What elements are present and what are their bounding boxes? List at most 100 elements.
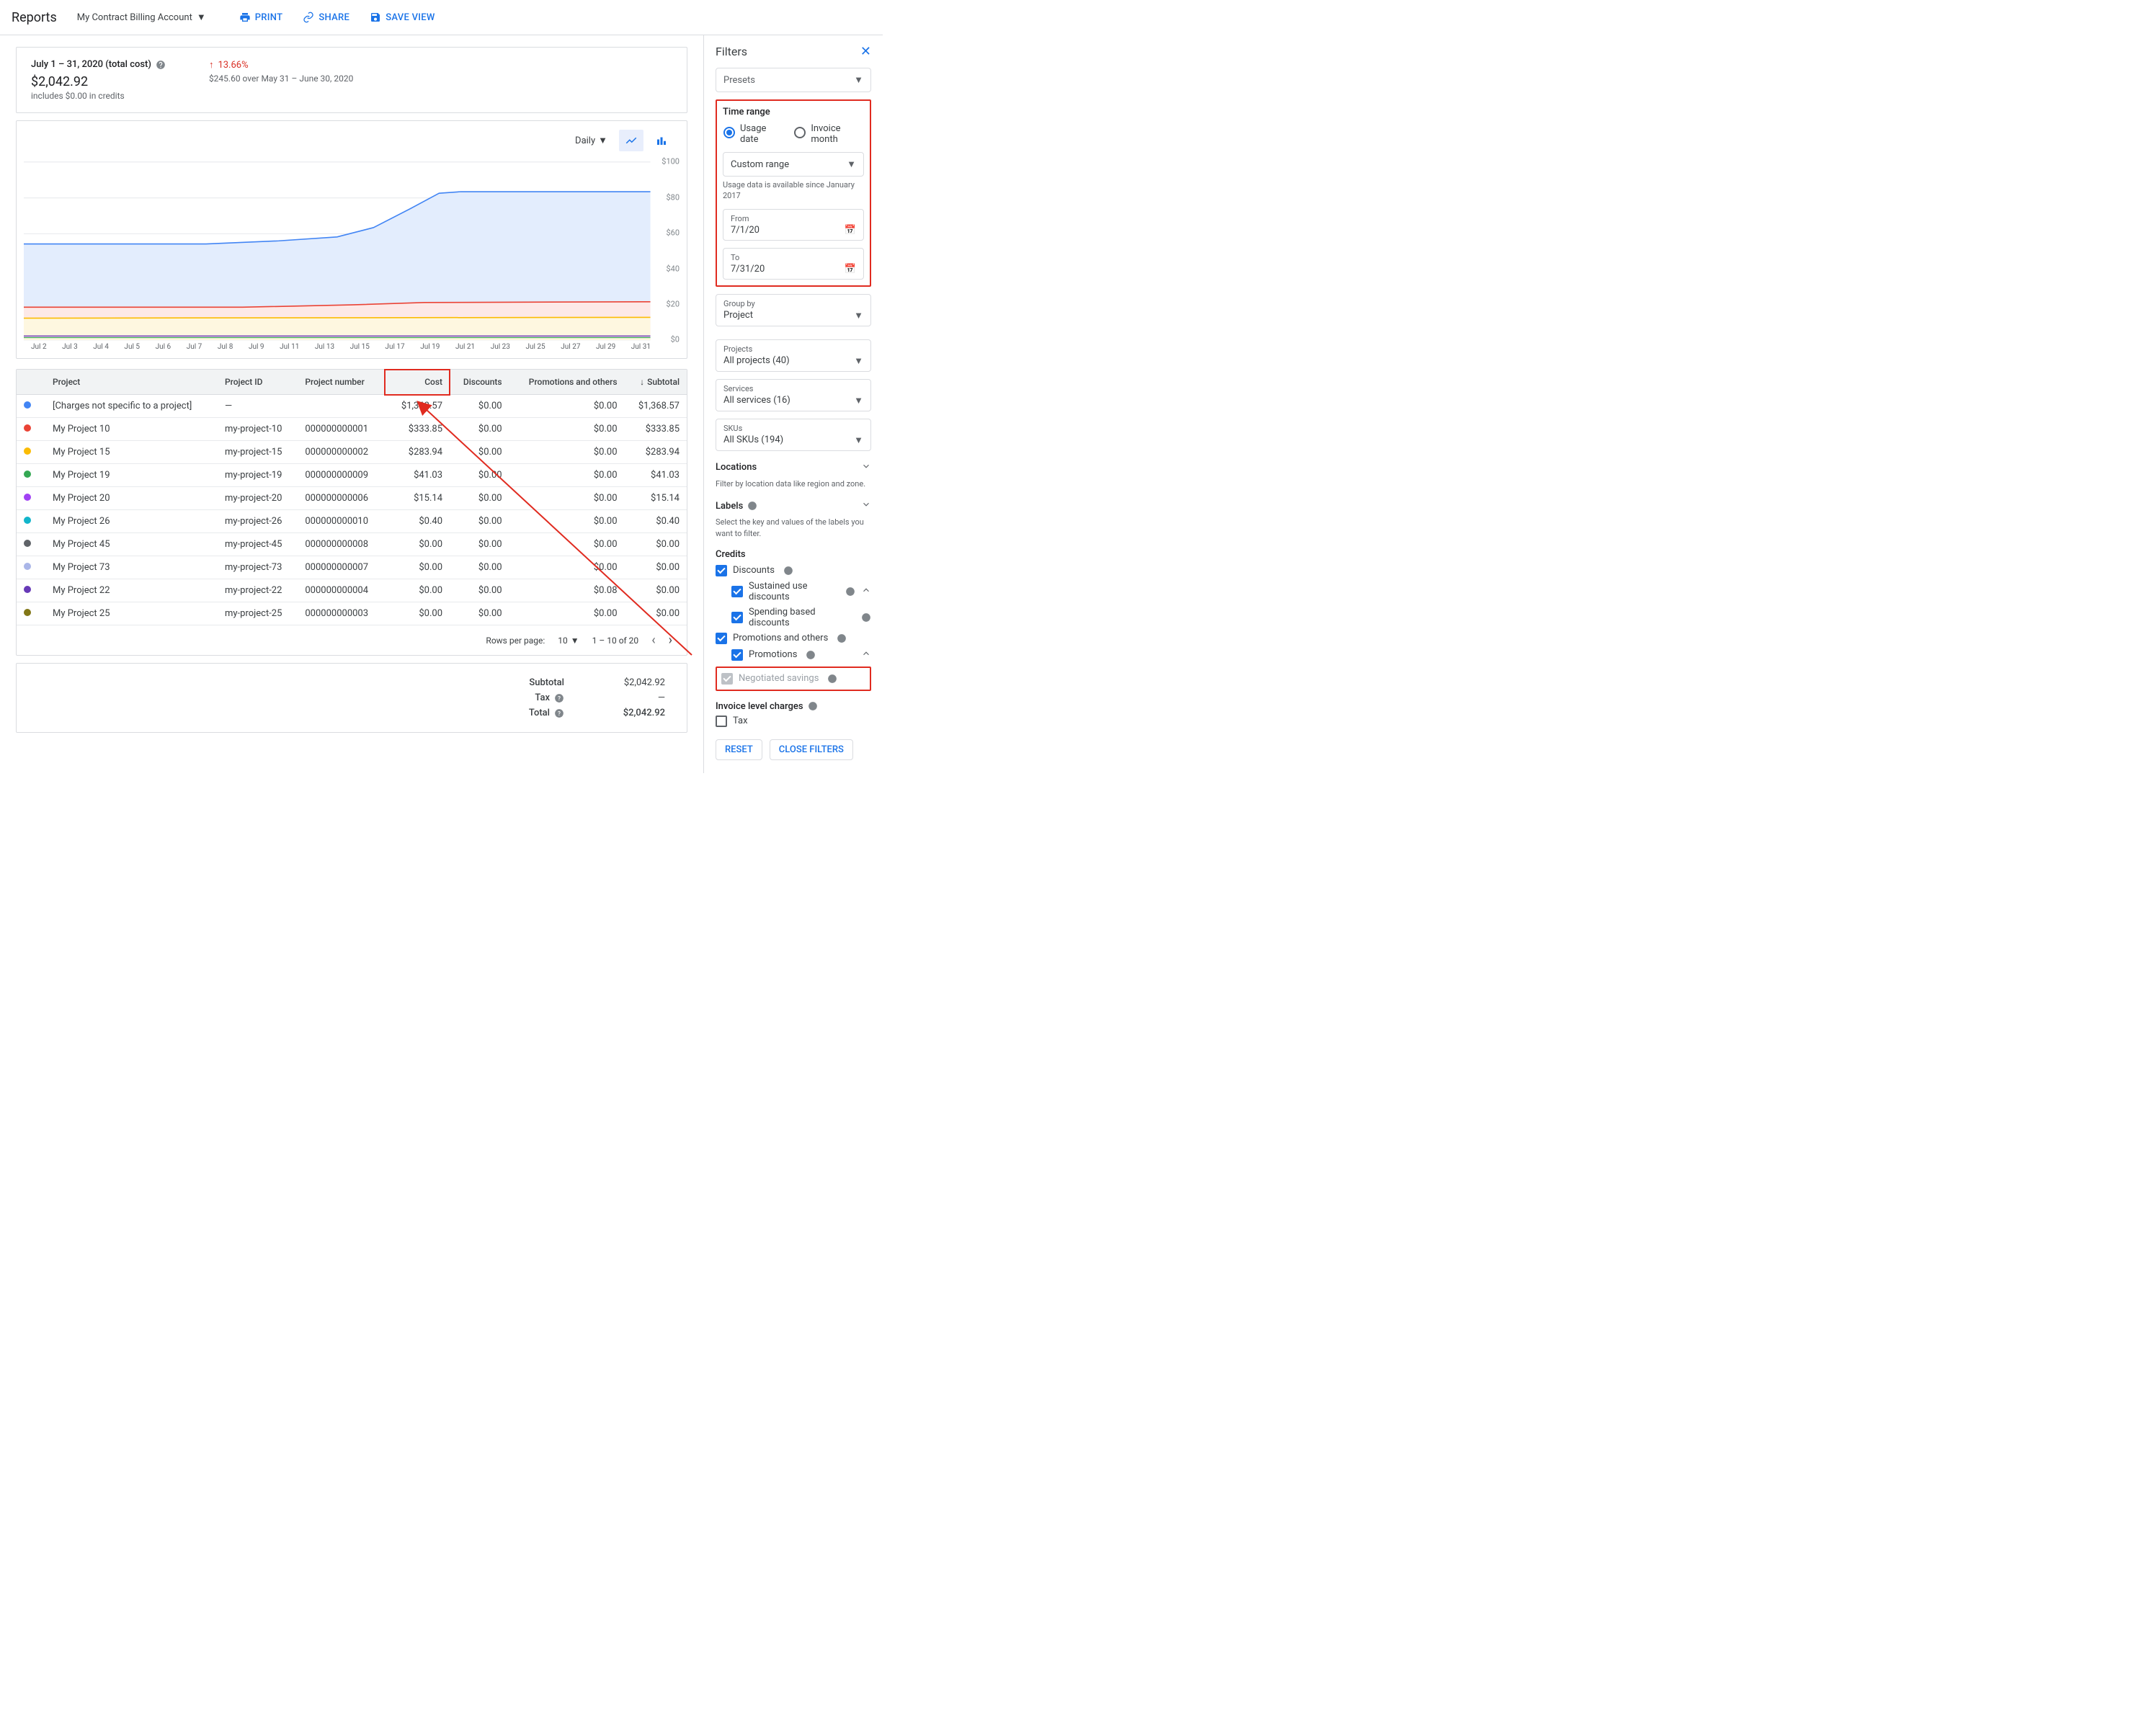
chart-card: Daily ▼ bbox=[16, 120, 687, 359]
skus-select[interactable]: SKUs All SKUs (194)▼ bbox=[716, 419, 871, 451]
help-icon[interactable] bbox=[837, 633, 847, 643]
table-row[interactable]: My Project 22 my-project-22 000000000004… bbox=[17, 579, 687, 602]
table-row[interactable]: My Project 45 my-project-45 000000000008… bbox=[17, 533, 687, 556]
help-icon[interactable] bbox=[861, 612, 871, 623]
account-name: My Contract Billing Account bbox=[77, 12, 192, 23]
x-tick: Jul 13 bbox=[315, 343, 334, 351]
radio-invoice-month[interactable]: Invoice month bbox=[793, 123, 864, 145]
table-row[interactable]: My Project 25 my-project-25 000000000003… bbox=[17, 602, 687, 625]
cell-project-id: my-project-20 bbox=[218, 487, 298, 510]
to-date-field[interactable]: To 7/31/20📅 bbox=[723, 248, 864, 280]
cell-project: My Project 73 bbox=[45, 556, 218, 579]
since-note: Usage data is available since January 20… bbox=[723, 179, 864, 202]
col-promos[interactable]: Promotions and others bbox=[509, 370, 625, 395]
cb-promos[interactable]: Promotions and others bbox=[716, 630, 871, 646]
help-icon[interactable] bbox=[827, 674, 837, 684]
col-cost[interactable]: Cost bbox=[385, 370, 450, 395]
top-bar: Reports My Contract Billing Account ▼ PR… bbox=[0, 0, 2156, 35]
cell-promos: $0.00 bbox=[509, 533, 625, 556]
range-type-select[interactable]: Custom range ▼ bbox=[723, 152, 864, 177]
help-icon[interactable]: ? bbox=[554, 693, 564, 703]
table-row[interactable]: My Project 19 my-project-19 000000000009… bbox=[17, 464, 687, 487]
cell-discounts: $0.00 bbox=[450, 556, 509, 579]
locations-heading[interactable]: Locations bbox=[716, 461, 871, 474]
cell-discounts: $0.00 bbox=[450, 464, 509, 487]
table-row[interactable]: [Charges not specific to a project] — $1… bbox=[17, 395, 687, 418]
cell-cost: $283.94 bbox=[385, 441, 450, 464]
projects-select[interactable]: Projects All projects (40)▼ bbox=[716, 339, 871, 372]
table-row[interactable]: My Project 10 my-project-10 000000000001… bbox=[17, 418, 687, 441]
cb-promo-item[interactable]: Promotions bbox=[716, 646, 871, 664]
x-tick: Jul 2 bbox=[31, 343, 47, 351]
col-project-number[interactable]: Project number bbox=[298, 370, 385, 395]
svg-text:?: ? bbox=[558, 709, 561, 716]
summary-card: July 1 – 31, 2020 (total cost) $2,042.92… bbox=[16, 47, 687, 113]
help-icon[interactable] bbox=[808, 701, 818, 711]
cell-subtotal: $0.00 bbox=[625, 556, 687, 579]
col-discounts[interactable]: Discounts bbox=[450, 370, 509, 395]
cell-project-number: 000000000009 bbox=[298, 464, 385, 487]
cell-promos: $0.00 bbox=[509, 602, 625, 625]
col-project-id[interactable]: Project ID bbox=[218, 370, 298, 395]
cell-cost: $0.00 bbox=[385, 602, 450, 625]
series-color-dot bbox=[24, 447, 31, 455]
cb-discounts[interactable]: Discounts bbox=[716, 563, 871, 579]
checkbox-checked-icon bbox=[731, 586, 743, 597]
table-row[interactable]: My Project 15 my-project-15 000000000002… bbox=[17, 441, 687, 464]
cell-project-id: my-project-26 bbox=[218, 510, 298, 533]
granularity-select[interactable]: Daily ▼ bbox=[575, 135, 607, 146]
services-select[interactable]: Services All services (16)▼ bbox=[716, 379, 871, 411]
cell-project-number: 000000000010 bbox=[298, 510, 385, 533]
account-selector[interactable]: My Contract Billing Account ▼ bbox=[77, 12, 206, 23]
series-color-dot bbox=[24, 471, 31, 478]
close-icon[interactable]: ✕ bbox=[860, 44, 871, 59]
pager-next[interactable]: › bbox=[669, 633, 672, 648]
group-by-select[interactable]: Group by Project▼ bbox=[716, 294, 871, 326]
table-row[interactable]: My Project 20 my-project-20 000000000006… bbox=[17, 487, 687, 510]
cell-promos: $0.00 bbox=[509, 441, 625, 464]
credits-heading: Credits bbox=[716, 549, 871, 560]
help-icon[interactable] bbox=[845, 587, 855, 597]
help-icon[interactable] bbox=[806, 650, 816, 660]
share-button[interactable]: SHARE bbox=[295, 12, 357, 23]
chevron-up-icon[interactable] bbox=[861, 648, 871, 661]
x-tick: Jul 6 bbox=[156, 343, 172, 351]
x-tick: Jul 9 bbox=[249, 343, 264, 351]
calendar-icon: 📅 bbox=[845, 225, 856, 236]
close-filters-button[interactable]: CLOSE FILTERS bbox=[770, 739, 853, 760]
x-tick: Jul 3 bbox=[62, 343, 78, 351]
cb-spending[interactable]: Spending based discounts bbox=[716, 605, 871, 630]
col-subtotal[interactable]: ↓Subtotal bbox=[625, 370, 687, 395]
cb-tax[interactable]: Tax bbox=[716, 713, 871, 729]
link-icon bbox=[303, 12, 314, 23]
cb-sustained[interactable]: Sustained use discounts bbox=[716, 579, 871, 605]
presets-select[interactable]: Presets ▼ bbox=[716, 68, 871, 92]
save-view-button[interactable]: SAVE VIEW bbox=[362, 12, 442, 23]
pager-prev[interactable]: ‹ bbox=[651, 633, 655, 648]
help-icon[interactable] bbox=[156, 60, 166, 70]
cell-project-id: my-project-19 bbox=[218, 464, 298, 487]
cell-project-id: my-project-22 bbox=[218, 579, 298, 602]
bar-chart-button[interactable] bbox=[649, 130, 674, 151]
print-icon bbox=[239, 12, 251, 23]
cb-negotiated: Negotiated savings bbox=[721, 671, 865, 687]
caret-down-icon: ▼ bbox=[598, 135, 607, 146]
col-project[interactable]: Project bbox=[45, 370, 218, 395]
from-date-field[interactable]: From 7/1/20📅 bbox=[723, 209, 864, 241]
labels-heading[interactable]: Labels bbox=[716, 499, 871, 512]
help-icon[interactable] bbox=[783, 566, 793, 576]
help-icon[interactable]: ? bbox=[554, 708, 564, 718]
chevron-up-icon[interactable] bbox=[861, 585, 871, 598]
help-icon[interactable] bbox=[747, 501, 757, 511]
summary-credits-note: includes $0.00 in credits bbox=[31, 91, 166, 101]
cell-project: My Project 22 bbox=[45, 579, 218, 602]
radio-usage-date[interactable]: Usage date bbox=[723, 123, 782, 145]
print-button[interactable]: PRINT bbox=[232, 12, 290, 23]
cell-cost: $41.03 bbox=[385, 464, 450, 487]
rows-per-page-select[interactable]: 10 ▼ bbox=[558, 636, 579, 646]
reset-button[interactable]: RESET bbox=[716, 739, 762, 760]
line-chart-button[interactable] bbox=[619, 130, 643, 151]
series-color-dot bbox=[24, 401, 31, 409]
table-row[interactable]: My Project 73 my-project-73 000000000007… bbox=[17, 556, 687, 579]
table-row[interactable]: My Project 26 my-project-26 000000000010… bbox=[17, 510, 687, 533]
